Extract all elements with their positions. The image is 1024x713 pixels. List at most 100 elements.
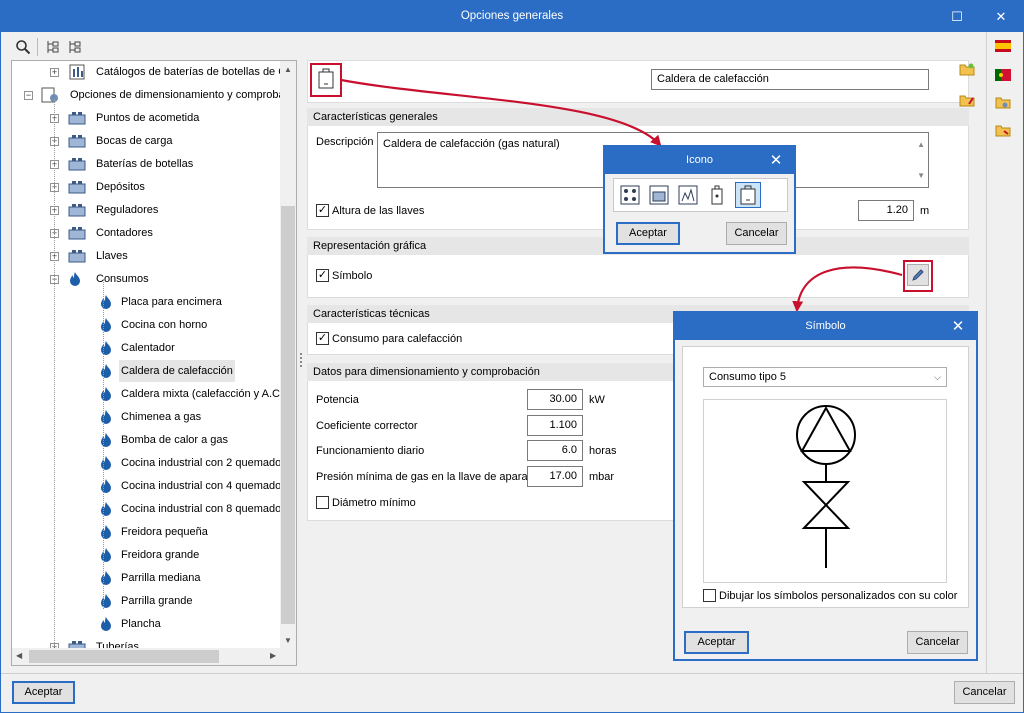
scroll-left-icon[interactable]: ◀ bbox=[16, 651, 22, 660]
symbol-checkbox[interactable]: ✓ bbox=[316, 269, 329, 282]
flame-icon bbox=[99, 294, 113, 310]
tree-item[interactable]: Cocina industrial con 2 quemadores bbox=[12, 452, 296, 474]
tree-item-label: Parrilla mediana bbox=[121, 572, 201, 584]
symbol-accept-button[interactable]: Aceptar bbox=[684, 631, 749, 654]
scroll-up-icon[interactable]: ▲ bbox=[284, 65, 292, 74]
cancel-button[interactable]: Cancelar bbox=[954, 681, 1015, 704]
flame-icon bbox=[99, 455, 113, 471]
tree-item[interactable]: Calentador bbox=[12, 337, 282, 359]
tree-horizontal-scrollbar[interactable]: ◀ ▶ bbox=[12, 648, 296, 665]
tree-vertical-scrollbar[interactable]: ▲ ▼ bbox=[280, 61, 296, 649]
tree-item[interactable]: + Puntos de acometida bbox=[12, 107, 282, 129]
tree-item[interactable]: + Catálogos de baterías de botellas de GL… bbox=[12, 61, 296, 83]
tree-item[interactable]: − Opciones de dimensionamiento y comproba… bbox=[12, 84, 296, 106]
side-separator bbox=[986, 32, 987, 673]
valve-height-input[interactable]: 1.20 bbox=[858, 200, 914, 221]
tree-item[interactable]: Bomba de calor a gas bbox=[12, 429, 282, 451]
tree-item[interactable]: Parrilla mediana bbox=[12, 567, 282, 589]
tree-item[interactable]: Caldera mixta (calefacción y A.C.S.) bbox=[12, 383, 296, 405]
scroll-right-icon[interactable]: ▶ bbox=[270, 651, 276, 660]
scroll-down-icon[interactable]: ▼ bbox=[284, 636, 292, 645]
boiler-selected-icon[interactable] bbox=[738, 184, 758, 206]
tree-item-label: Contadores bbox=[96, 227, 153, 239]
tree-item[interactable]: + Contadores bbox=[12, 222, 282, 244]
collapse-icon[interactable]: − bbox=[24, 91, 33, 100]
name-input[interactable]: Caldera de calefacción bbox=[651, 69, 929, 90]
cooktop-icon[interactable] bbox=[619, 184, 641, 206]
tree-item[interactable]: + Reguladores bbox=[12, 199, 282, 221]
boiler-icon[interactable] bbox=[316, 68, 336, 90]
symbol-cancel-button[interactable]: Cancelar bbox=[907, 631, 968, 654]
tree-item-label: Cocina industrial con 2 quemadores bbox=[121, 457, 297, 469]
symbol-preview bbox=[703, 399, 947, 583]
tree-item-label: Caldera mixta (calefacción y A.C.S.) bbox=[121, 388, 297, 400]
tree-item[interactable]: + Bocas de carga bbox=[12, 130, 282, 152]
folder-new-icon[interactable] bbox=[959, 61, 975, 77]
sizing-label: Potencia bbox=[316, 394, 359, 406]
min-diameter-label: Diámetro mínimo bbox=[332, 497, 416, 509]
heating-checkbox[interactable]: ✓ bbox=[316, 332, 329, 345]
valve-height-checkbox[interactable]: ✓ bbox=[316, 204, 329, 217]
tree-item[interactable]: Placa para encimera bbox=[12, 291, 282, 313]
tree-item[interactable]: Freidora grande bbox=[12, 544, 282, 566]
spain-flag-icon[interactable] bbox=[995, 38, 1011, 54]
tree-item[interactable]: Freidora pequeña bbox=[12, 521, 282, 543]
boiler-small-icon[interactable] bbox=[706, 184, 728, 206]
component-icon bbox=[68, 156, 86, 172]
tree-item[interactable]: − Consumos bbox=[12, 268, 282, 290]
panel-splitter[interactable] bbox=[300, 353, 302, 367]
symbol-type-select[interactable]: Consumo tipo 5 ⌵ bbox=[703, 367, 947, 387]
tree-item[interactable]: Parrilla grande bbox=[12, 590, 282, 612]
maximize-button[interactable]: ☐ bbox=[935, 1, 979, 32]
sizing-label: Presión mínima de gas en la llave de apa… bbox=[316, 471, 537, 483]
tree-remove-icon[interactable] bbox=[67, 39, 83, 55]
options-icon bbox=[41, 87, 59, 103]
tree-item[interactable]: Cocina industrial con 8 quemadores bbox=[12, 498, 296, 520]
tree-add-icon[interactable] bbox=[45, 39, 61, 55]
flame-icon bbox=[99, 432, 113, 448]
tree-item[interactable]: Chimenea a gas bbox=[12, 406, 282, 428]
custom-colors-checkbox[interactable] bbox=[703, 589, 716, 602]
tree-item[interactable]: Cocina con horno bbox=[12, 314, 282, 336]
sizing-input[interactable]: 17.00 bbox=[527, 466, 583, 487]
expand-icon[interactable]: + bbox=[50, 68, 59, 77]
close-button[interactable]: ✕ bbox=[979, 1, 1023, 32]
flame-icon bbox=[99, 593, 113, 609]
textarea-scroll-down-icon[interactable]: ▼ bbox=[917, 167, 925, 185]
accept-button[interactable]: Aceptar bbox=[12, 681, 75, 704]
symbol-dialog-close-icon[interactable]: ✕ bbox=[940, 313, 976, 340]
icon-accept-button[interactable]: Aceptar bbox=[616, 222, 680, 245]
sizing-input[interactable]: 30.00 bbox=[527, 389, 583, 410]
icon-cancel-button[interactable]: Cancelar bbox=[726, 222, 787, 245]
folder-import-icon[interactable] bbox=[995, 122, 1011, 138]
symbol-type-value: Consumo tipo 5 bbox=[709, 371, 787, 383]
folder-settings-icon[interactable] bbox=[995, 94, 1011, 110]
textarea-scroll-up-icon[interactable]: ▲ bbox=[917, 136, 925, 154]
scroll-thumb[interactable] bbox=[281, 206, 295, 624]
min-diameter-checkbox[interactable] bbox=[316, 496, 329, 509]
sizing-unit: horas bbox=[589, 445, 617, 457]
sizing-input[interactable]: 6.0 bbox=[527, 440, 583, 461]
component-icon bbox=[68, 133, 86, 149]
tree-item[interactable]: + Llaves bbox=[12, 245, 282, 267]
icon-dialog-close-icon[interactable]: ✕ bbox=[758, 147, 794, 174]
sizing-input[interactable]: 1.100 bbox=[527, 415, 583, 436]
tree-item[interactable]: Plancha bbox=[12, 613, 282, 635]
tree-item[interactable]: Cocina industrial con 4 quemadores bbox=[12, 475, 296, 497]
edit-symbol-button[interactable] bbox=[907, 264, 929, 286]
folder-edit-icon[interactable] bbox=[959, 92, 975, 108]
tree-item-label: Cocina con horno bbox=[121, 319, 208, 331]
portugal-flag-icon[interactable] bbox=[995, 67, 1011, 83]
tree-item[interactable]: Caldera de calefacción bbox=[12, 360, 282, 382]
valve-height-label: Altura de las llaves bbox=[332, 205, 425, 217]
options-tree[interactable]: + Catálogos de baterías de botellas de GL… bbox=[11, 60, 297, 666]
tree-item[interactable]: + Baterías de botellas bbox=[12, 153, 282, 175]
tree-item-label: Puntos de acometida bbox=[96, 112, 200, 124]
tree-item[interactable]: + Depósitos bbox=[12, 176, 282, 198]
search-icon[interactable] bbox=[15, 39, 31, 55]
horizontal-scroll-thumb[interactable] bbox=[29, 650, 219, 663]
icon-dialog: Icono ✕ Aceptar Cancelar bbox=[603, 145, 796, 254]
flame-icon bbox=[99, 570, 113, 586]
heater-icon[interactable] bbox=[677, 184, 699, 206]
oven-icon[interactable] bbox=[648, 184, 670, 206]
